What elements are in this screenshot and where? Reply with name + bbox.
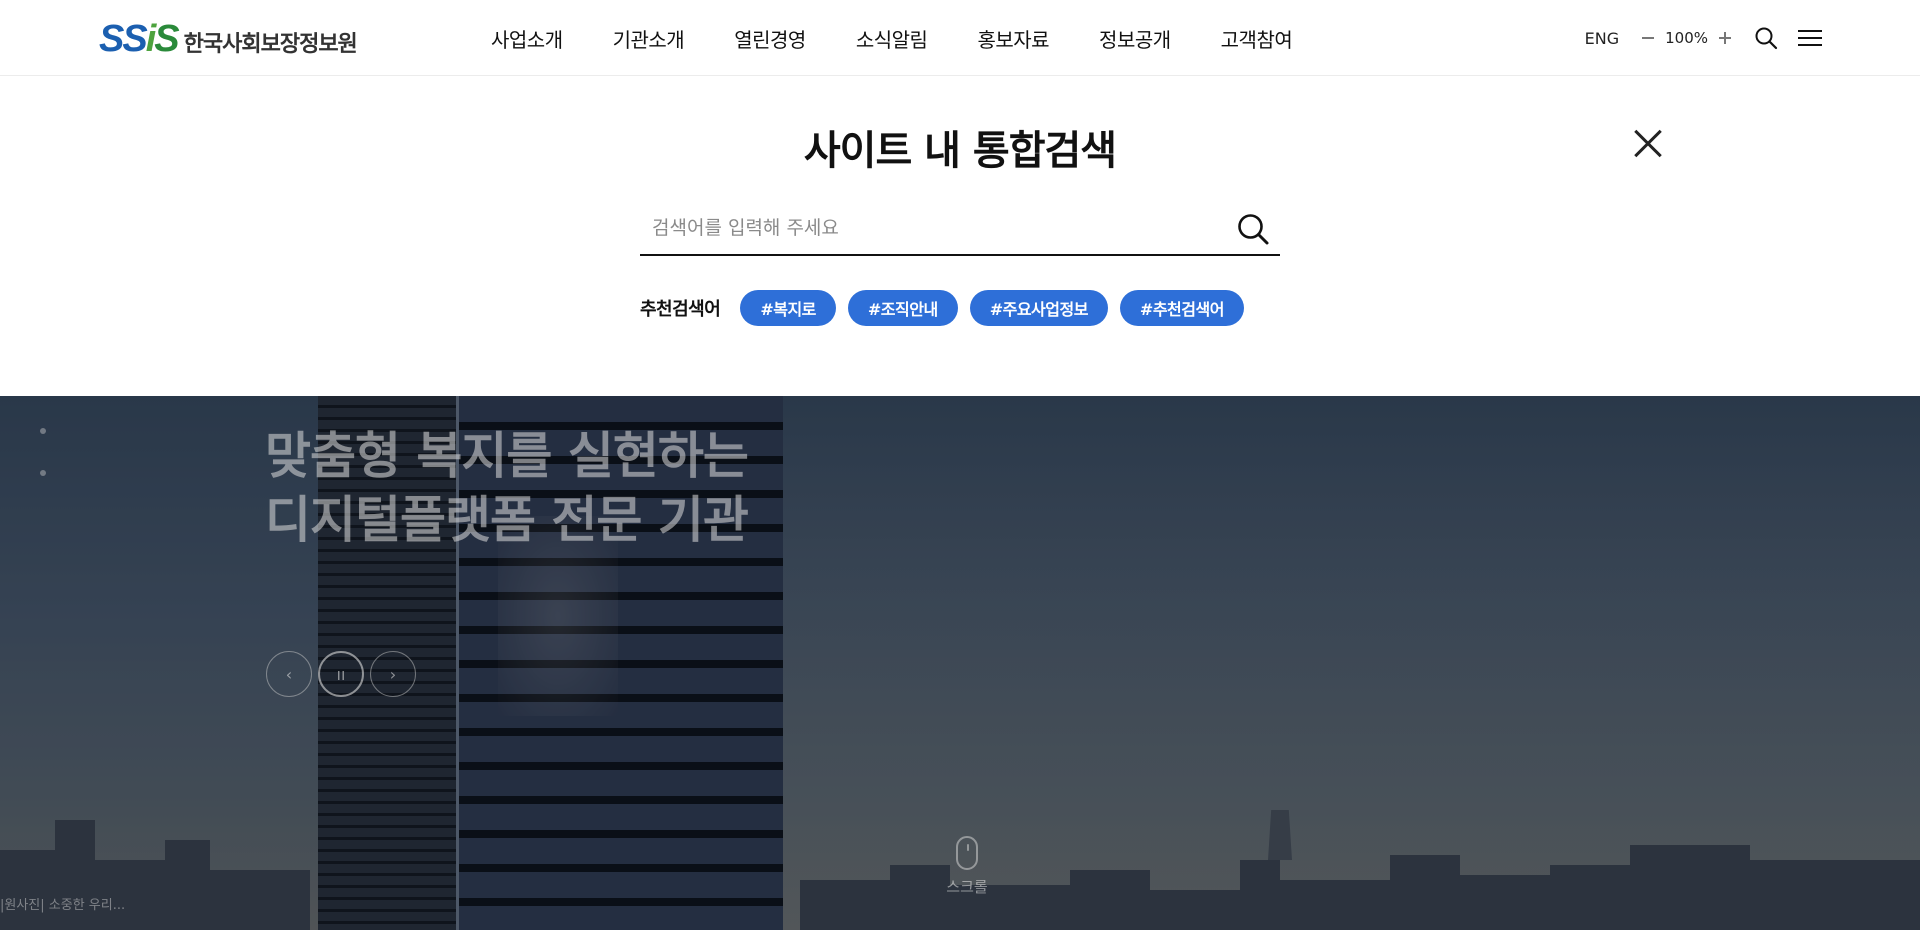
slide-dot[interactable] bbox=[40, 470, 46, 476]
slide-indicators bbox=[40, 428, 46, 512]
hero-title-line: 디지털플랫폼 전문 기관 bbox=[265, 491, 749, 549]
prev-slide-button[interactable]: ‹ bbox=[266, 651, 312, 697]
hero-title: 맞춤형 복지를 실현하는 디지털플랫폼 전문 기관 bbox=[265, 424, 749, 552]
recommended-label: 추천검색어 bbox=[640, 299, 721, 320]
site-header: SSiS 한국사회보장정보원 사업소개 기관소개 열린경영 소식알림 홍보자료 … bbox=[0, 0, 1920, 76]
close-icon[interactable] bbox=[1633, 128, 1663, 158]
recommended-keywords: 추천검색어 #복지로 #조직안내 #주요사업정보 #추천검색어 bbox=[640, 289, 1256, 327]
hero-title-line: 맞춤형 복지를 실현하는 bbox=[265, 427, 749, 485]
keyword-tag[interactable]: #주요사업정보 bbox=[969, 290, 1108, 326]
pause-slide-button[interactable]: ıı bbox=[318, 651, 364, 697]
zoom-value: 100% bbox=[1665, 29, 1708, 47]
next-slide-button[interactable]: › bbox=[370, 651, 416, 697]
hero-caption: |원사진| 소중한 우리... bbox=[0, 898, 126, 913]
logo-text: 한국사회보장정보원 bbox=[183, 32, 358, 57]
search-icon[interactable] bbox=[1754, 26, 1778, 50]
search-panel: 사이트 내 통합검색 추천검색어 #복지로 #조직안내 #주요사업정보 #추천검… bbox=[0, 76, 1920, 396]
logo[interactable]: SSiS 한국사회보장정보원 bbox=[99, 17, 358, 61]
search-box bbox=[640, 202, 1280, 256]
zoom-control: 100% bbox=[1641, 29, 1732, 47]
scroll-indicator[interactable]: 스크롤 bbox=[940, 836, 994, 897]
nav-item-management[interactable]: 열린경영 bbox=[734, 24, 806, 53]
search-input[interactable] bbox=[640, 202, 1220, 254]
nav-item-business[interactable]: 사업소개 bbox=[491, 24, 563, 53]
nav-item-disclosure[interactable]: 정보공개 bbox=[1099, 24, 1171, 53]
menu-icon[interactable] bbox=[1798, 28, 1822, 48]
search-title: 사이트 내 통합검색 bbox=[803, 128, 1117, 174]
main-nav: 사업소개 기관소개 열린경영 소식알림 홍보자료 정보공개 고객참여 bbox=[491, 0, 1342, 76]
slide-dot[interactable] bbox=[40, 428, 46, 434]
utility-bar: ENG 100% bbox=[1585, 0, 1822, 76]
logo-mark: SSiS bbox=[99, 18, 180, 60]
zoom-out-button[interactable] bbox=[1641, 31, 1655, 45]
nav-item-pr[interactable]: 홍보자료 bbox=[977, 24, 1049, 53]
scroll-label: 스크롤 bbox=[946, 878, 988, 896]
nav-item-news[interactable]: 소식알림 bbox=[856, 24, 928, 53]
nav-item-about[interactable]: 기관소개 bbox=[613, 24, 685, 53]
keyword-tag[interactable]: #추천검색어 bbox=[1119, 290, 1244, 326]
search-submit-icon[interactable] bbox=[1236, 212, 1270, 246]
hero-banner: 맞춤형 복지를 실현하는 디지털플랫폼 전문 기관 ‹ ıı › 스크롤 |원사… bbox=[0, 396, 1920, 930]
nav-item-participation[interactable]: 고객참여 bbox=[1221, 24, 1293, 53]
mouse-icon bbox=[956, 836, 978, 870]
keyword-tag[interactable]: #복지로 bbox=[740, 290, 836, 326]
keyword-tag[interactable]: #조직안내 bbox=[847, 290, 958, 326]
zoom-in-button[interactable] bbox=[1718, 31, 1732, 45]
english-link[interactable]: ENG bbox=[1585, 29, 1619, 48]
slider-controls: ‹ ıı › bbox=[266, 651, 422, 697]
